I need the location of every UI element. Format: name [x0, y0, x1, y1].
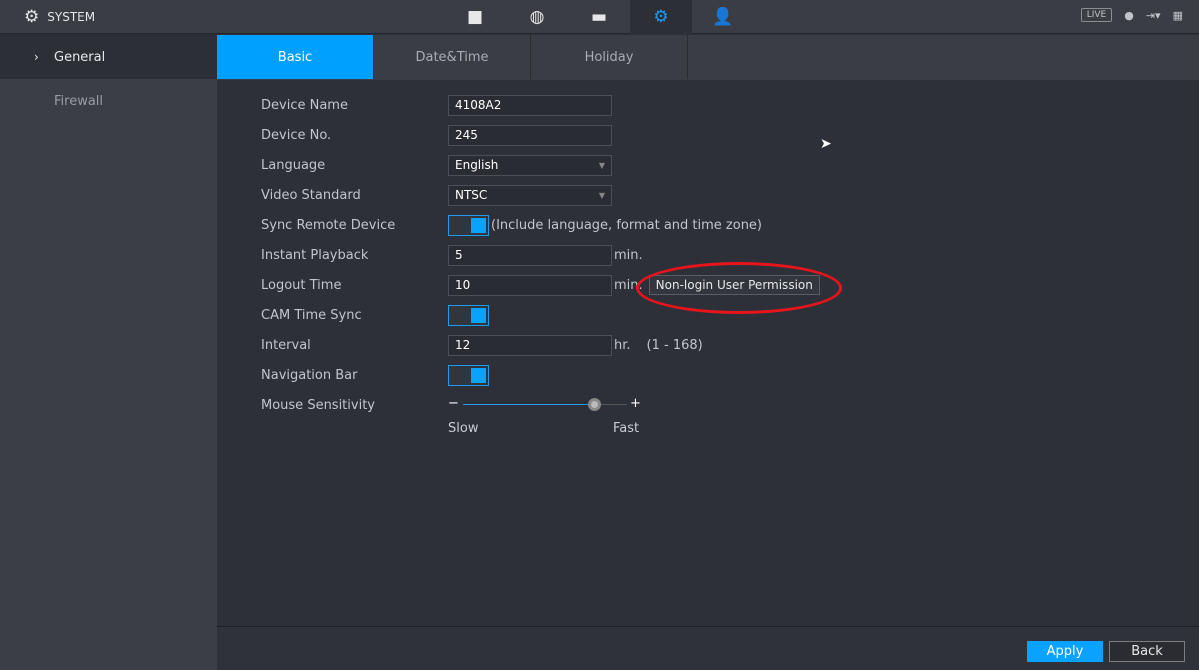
- navigation-bar-toggle[interactable]: [448, 364, 489, 386]
- dropdown-arrow-icon: ▼: [598, 160, 605, 170]
- fast-label: Fast: [613, 420, 640, 436]
- slow-label: Slow: [448, 420, 479, 436]
- tab-date-time[interactable]: Date&Time: [374, 35, 531, 79]
- language-label: Language: [261, 157, 326, 173]
- network-icon[interactable]: ◍: [506, 0, 568, 34]
- sync-remote-label: Sync Remote Device: [261, 217, 396, 233]
- language-value: English: [455, 158, 499, 172]
- device-name-label: Device Name: [261, 97, 348, 113]
- top-bar: ⚙ SYSTEM ■ ◍ ▬ ⚙ 👤 LIVE ● ⇥▾ ▦: [0, 0, 1199, 34]
- logout-icon[interactable]: ⇥▾: [1146, 9, 1161, 22]
- interval-label: Interval: [261, 337, 311, 353]
- unit-label: min.: [614, 247, 643, 263]
- annotation-ellipse: [636, 262, 842, 314]
- video-standard-value: NTSC: [455, 188, 488, 202]
- language-select[interactable]: English ▼: [448, 154, 612, 176]
- instant-playback-label: Instant Playback: [261, 247, 369, 263]
- tab-bar: Basic Date&Time Holiday: [217, 35, 1199, 80]
- plus-icon[interactable]: +: [630, 396, 641, 411]
- storage-icon[interactable]: ▬: [568, 0, 630, 34]
- sidebar: › General Firewall: [0, 35, 217, 670]
- unit-label: hr.: [614, 337, 631, 353]
- cam-time-sync-toggle[interactable]: [448, 304, 489, 326]
- user-icon[interactable]: ●: [1124, 9, 1134, 22]
- chevron-right-icon: ›: [34, 50, 39, 64]
- sidebar-item-firewall[interactable]: Firewall: [0, 79, 217, 123]
- slider-thumb[interactable]: [588, 398, 602, 411]
- qr-code-icon[interactable]: ▦: [1173, 9, 1183, 22]
- interval-range: (1 - 168): [646, 337, 703, 353]
- instant-playback-input[interactable]: 5: [448, 244, 612, 266]
- sidebar-item-label: Firewall: [54, 93, 104, 109]
- cam-time-sync-label: CAM Time Sync: [261, 307, 362, 323]
- mouse-sensitivity-label: Mouse Sensitivity: [261, 397, 375, 413]
- video-standard-label: Video Standard: [261, 187, 361, 203]
- sync-remote-toggle[interactable]: [448, 214, 489, 236]
- mouse-cursor-icon: ➤: [820, 136, 832, 152]
- back-button[interactable]: Back: [1109, 641, 1185, 662]
- system-gears-icon: ⚙: [24, 7, 40, 27]
- sync-remote-note: (Include language, format and time zone): [491, 217, 763, 233]
- dropdown-arrow-icon: ▼: [598, 190, 605, 200]
- app-title: SYSTEM: [47, 10, 96, 24]
- navigation-bar-label: Navigation Bar: [261, 367, 358, 383]
- sidebar-item-general[interactable]: › General: [0, 35, 217, 79]
- tab-holiday[interactable]: Holiday: [531, 35, 688, 79]
- system-gears-icon[interactable]: ⚙: [630, 0, 692, 34]
- brand: ⚙ SYSTEM: [24, 7, 95, 27]
- sidebar-item-label: General: [54, 49, 106, 65]
- live-button[interactable]: LIVE: [1080, 8, 1113, 22]
- video-standard-select[interactable]: NTSC ▼: [448, 184, 612, 206]
- minus-icon[interactable]: −: [448, 396, 459, 411]
- main-nav: ■ ◍ ▬ ⚙ 👤: [444, 0, 754, 34]
- tab-basic[interactable]: Basic: [217, 35, 374, 79]
- device-no-label: Device No.: [261, 127, 332, 143]
- device-no-input[interactable]: 245: [448, 124, 612, 146]
- account-icon[interactable]: 👤: [692, 0, 754, 34]
- camera-icon[interactable]: ■: [444, 0, 506, 34]
- logout-time-input[interactable]: 10: [448, 274, 612, 296]
- interval-input[interactable]: 12: [448, 334, 612, 356]
- logout-time-label: Logout Time: [261, 277, 342, 293]
- apply-button[interactable]: Apply: [1027, 641, 1103, 662]
- slider-fill: [463, 404, 595, 405]
- device-name-input[interactable]: 4108A2: [448, 94, 612, 116]
- mouse-sensitivity-slider[interactable]: − +: [448, 395, 648, 415]
- footer: Apply Back: [217, 626, 1199, 670]
